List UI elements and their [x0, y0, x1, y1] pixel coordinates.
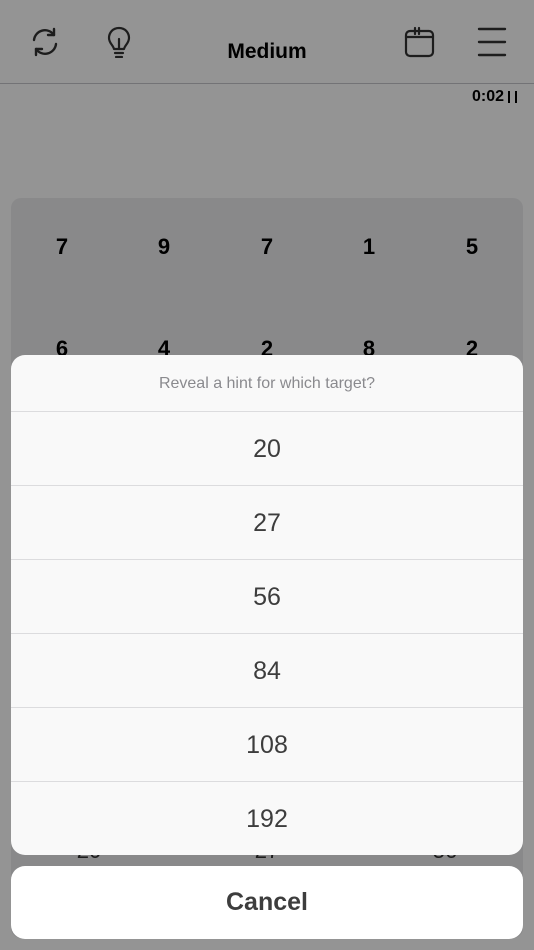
cancel-button[interactable]: Cancel: [11, 866, 523, 939]
hint-option-108[interactable]: 108: [11, 708, 523, 782]
hint-option-56[interactable]: 56: [11, 560, 523, 634]
hint-option-20[interactable]: 20: [11, 412, 523, 486]
hint-action-sheet: Reveal a hint for which target? 20 27 56…: [11, 355, 523, 855]
hint-option-84[interactable]: 84: [11, 634, 523, 708]
hint-option-192[interactable]: 192: [11, 782, 523, 855]
hint-option-27[interactable]: 27: [11, 486, 523, 560]
action-sheet-title: Reveal a hint for which target?: [11, 355, 523, 412]
